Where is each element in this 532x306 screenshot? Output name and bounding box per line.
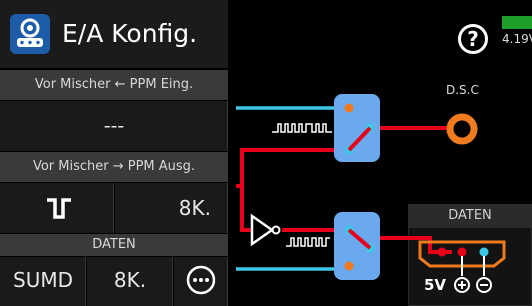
dsc-socket-icon: [446, 113, 478, 145]
battery-voltage: 4.19V: [502, 32, 532, 46]
battery-icon: [502, 16, 532, 29]
port-voltage-label: 5V: [424, 276, 447, 294]
ppm-pulse-train: [272, 123, 332, 133]
data-pulse-train: [286, 237, 330, 247]
signal-routing-diagram: [236, 94, 506, 293]
dsc-label: D.S.C: [446, 83, 479, 97]
help-button[interactable]: ?: [458, 24, 488, 54]
inverter-symbol: [250, 213, 275, 247]
